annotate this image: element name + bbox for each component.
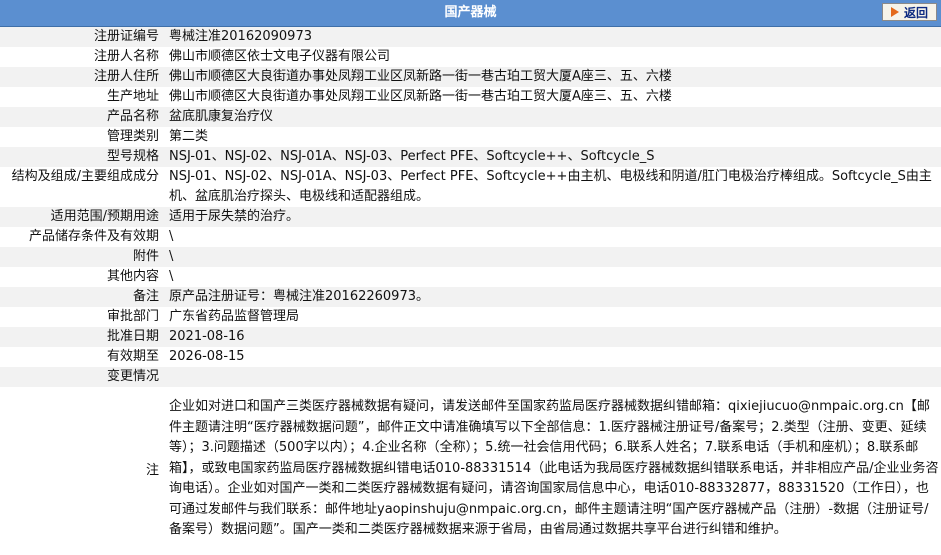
field-value: 广东省药品监督管理局 bbox=[163, 307, 941, 327]
table-row: 审批部门 广东省药品监督管理局 bbox=[0, 307, 941, 327]
table-row: 附件 \ bbox=[0, 247, 941, 267]
field-value: \ bbox=[163, 267, 941, 287]
field-value: 2026-08-15 bbox=[163, 347, 941, 367]
field-label: 备注 bbox=[0, 287, 163, 307]
table-row: 注册证编号 粤械注准20162090973 bbox=[0, 27, 941, 47]
field-label: 产品名称 bbox=[0, 107, 163, 127]
note-label: 注 bbox=[0, 387, 163, 555]
table-row: 其他内容 \ bbox=[0, 267, 941, 287]
field-label: 变更情况 bbox=[0, 367, 163, 387]
field-label: 注册人住所 bbox=[0, 67, 163, 87]
field-label: 批准日期 bbox=[0, 327, 163, 347]
field-label: 注册人名称 bbox=[0, 47, 163, 67]
table-row: 有效期至 2026-08-15 bbox=[0, 347, 941, 367]
field-label: 结构及组成/主要组成成分 bbox=[0, 167, 163, 207]
back-button-label: 返回 bbox=[903, 5, 928, 20]
table-row: 管理类别 第二类 bbox=[0, 127, 941, 147]
back-button[interactable]: 返回 bbox=[882, 3, 937, 21]
field-value: 适用于尿失禁的治疗。 bbox=[163, 207, 941, 227]
field-label: 型号规格 bbox=[0, 147, 163, 167]
table-row: 产品名称 盆底肌康复治疗仪 bbox=[0, 107, 941, 127]
field-value: NSJ-01、NSJ-02、NSJ-01A、NSJ-03、Perfect PFE… bbox=[163, 167, 941, 207]
field-value bbox=[163, 367, 941, 387]
field-value: 佛山市顺德区依士文电子仪器有限公司 bbox=[163, 47, 941, 67]
table-row: 注 企业如对进口和国产三类医疗器械数据有疑问，请发送邮件至国家药监局医疗器械数据… bbox=[0, 387, 941, 555]
table-row: 生产地址 佛山市顺德区大良街道办事处凤翔工业区凤新路一街一巷古珀工贸大厦A座三、… bbox=[0, 87, 941, 107]
field-label: 适用范围/预期用途 bbox=[0, 207, 163, 227]
table-row: 型号规格 NSJ-01、NSJ-02、NSJ-01A、NSJ-03、Perfec… bbox=[0, 147, 941, 167]
field-value: 第二类 bbox=[163, 127, 941, 147]
page-title: 国产器械 bbox=[444, 5, 497, 20]
table-row: 结构及组成/主要组成成分 NSJ-01、NSJ-02、NSJ-01A、NSJ-0… bbox=[0, 167, 941, 207]
field-label: 产品储存条件及有效期 bbox=[0, 227, 163, 247]
field-value: 盆底肌康复治疗仪 bbox=[163, 107, 941, 127]
field-label: 有效期至 bbox=[0, 347, 163, 367]
table-row: 批准日期 2021-08-16 bbox=[0, 327, 941, 347]
field-label: 审批部门 bbox=[0, 307, 163, 327]
table-row: 产品储存条件及有效期 \ bbox=[0, 227, 941, 247]
field-label: 附件 bbox=[0, 247, 163, 267]
field-label: 注册证编号 bbox=[0, 27, 163, 47]
field-value: 2021-08-16 bbox=[163, 327, 941, 347]
table-row: 变更情况 bbox=[0, 367, 941, 387]
table-row: 适用范围/预期用途 适用于尿失禁的治疗。 bbox=[0, 207, 941, 227]
field-label: 管理类别 bbox=[0, 127, 163, 147]
table-row: 备注 原产品注册证号：粤械注准20162260973。 bbox=[0, 287, 941, 307]
header-bar: 国产器械 返回 bbox=[0, 0, 941, 27]
field-label: 其他内容 bbox=[0, 267, 163, 287]
field-value: 佛山市顺德区大良街道办事处凤翔工业区凤新路一街一巷古珀工贸大厦A座三、五、六楼 bbox=[163, 87, 941, 107]
note-text: 企业如对进口和国产三类医疗器械数据有疑问，请发送邮件至国家药监局医疗器械数据纠错… bbox=[163, 387, 941, 555]
field-value: \ bbox=[163, 227, 941, 247]
field-value: NSJ-01、NSJ-02、NSJ-01A、NSJ-03、Perfect PFE… bbox=[163, 147, 941, 167]
field-value: 原产品注册证号：粤械注准20162260973。 bbox=[163, 287, 941, 307]
arrow-right-icon bbox=[890, 7, 899, 17]
table-row: 注册人住所 佛山市顺德区大良街道办事处凤翔工业区凤新路一街一巷古珀工贸大厦A座三… bbox=[0, 67, 941, 87]
field-value: \ bbox=[163, 247, 941, 267]
detail-table: 注册证编号 粤械注准20162090973 注册人名称 佛山市顺德区依士文电子仪… bbox=[0, 27, 941, 555]
field-value: 佛山市顺德区大良街道办事处凤翔工业区凤新路一街一巷古珀工贸大厦A座三、五、六楼 bbox=[163, 67, 941, 87]
table-row: 注册人名称 佛山市顺德区依士文电子仪器有限公司 bbox=[0, 47, 941, 67]
field-value: 粤械注准20162090973 bbox=[163, 27, 941, 47]
field-label: 生产地址 bbox=[0, 87, 163, 107]
